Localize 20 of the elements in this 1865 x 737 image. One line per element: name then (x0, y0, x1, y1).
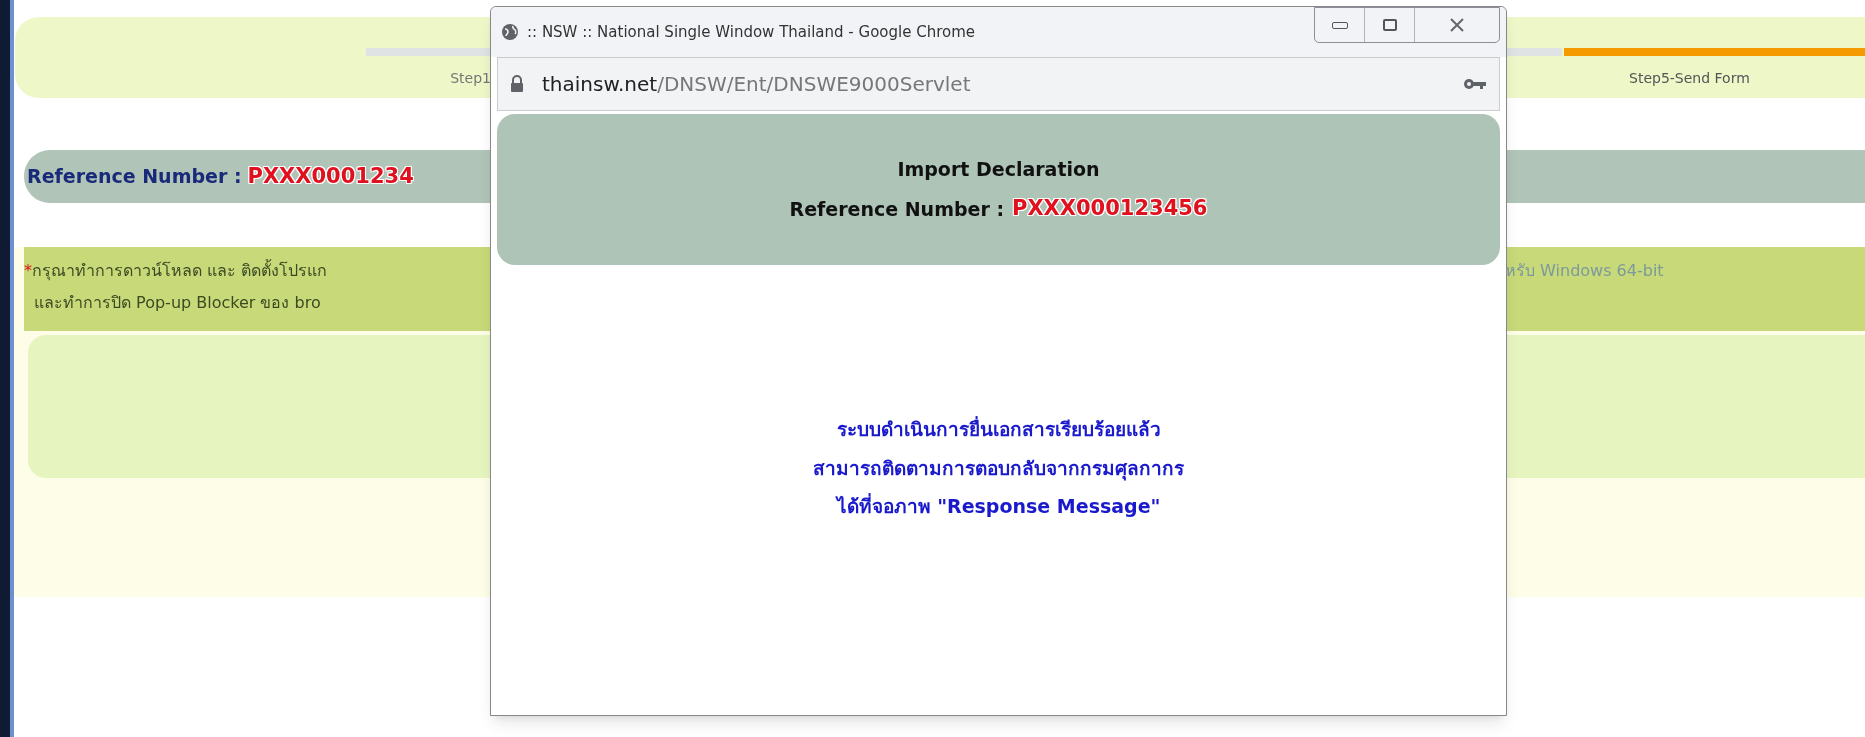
window-title: :: NSW :: National Single Window Thailand - Google Chrome (527, 22, 976, 43)
step-label: Step5-Send Form (1629, 69, 1751, 88)
reference-number: PXXX000123456 (1012, 195, 1208, 222)
notice-text: และทำการปิด Pop-up Blocker ของ bro (33, 292, 322, 314)
status-message: สามารถติดตามการตอบกลับจากกรมศุลกากร (813, 455, 1184, 482)
notice-text: *กรุณาทำการดาวน์โหลด และ ติดตั้งโปรแก (24, 259, 329, 283)
reference-label: Reference Number : (27, 164, 242, 190)
document-title: Import Declaration (897, 156, 1100, 182)
status-message: ระบบดำเนินการยื่นเอกสารเรียบร้อยแล้ว (836, 415, 1161, 442)
reference-label: Reference Number : (789, 196, 1004, 222)
key-icon (1463, 77, 1487, 91)
close-icon (1449, 18, 1465, 32)
address-bar[interactable]: thainsw.net/DNSW/Ent/DNSWE9000Servlet (497, 57, 1500, 111)
step-bar (1506, 48, 1562, 56)
step-label: Step1 (450, 69, 491, 88)
notice-text: หรับ Windows 64-bit (1505, 261, 1664, 280)
url-text: thainsw.net/DNSW/Ent/DNSWE9000Servlet (542, 71, 971, 98)
reference-number: PXXX0001234 (247, 162, 414, 190)
status-message: ได้ที่จอภาพ "Response Message" (836, 492, 1161, 519)
lock-icon (510, 75, 524, 93)
